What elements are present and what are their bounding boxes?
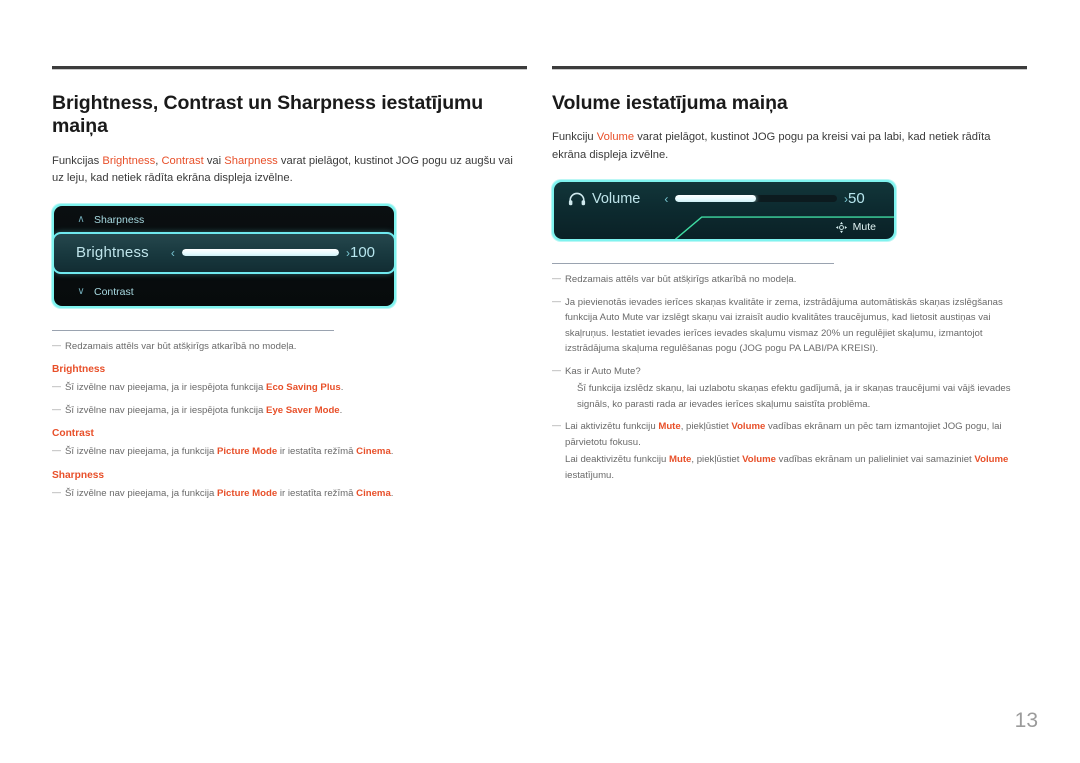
note-text: . [390, 487, 394, 499]
note-text: vadības ekrānam un palieliniet vai samaz… [776, 454, 975, 466]
intro-paragraph-left: Funkcijas Brightness, Contrast vai Sharp… [52, 153, 527, 188]
keyword-volume: Volume [596, 131, 635, 144]
note-text: Šī izvēlne nav pieejama, ja funkcija [65, 446, 217, 458]
note-brightness-eco: Šī izvēlne nav pieejama, ja ir iespējota… [52, 379, 527, 396]
osd-row-brightness-selected[interactable]: Brightness ‹ › 100 [54, 231, 394, 274]
keyword-cinema: Cinema [356, 446, 391, 458]
page-title-right: Volume iestatījuma maiņa [552, 92, 788, 114]
osd-row-label: Sharpness [94, 213, 145, 226]
slider-track[interactable] [675, 195, 837, 203]
intro-text: Funkcijas [52, 154, 103, 167]
osd-brightness-panel: ∧ Sharpness Brightness ‹ › 100 ∨ Contras… [52, 203, 396, 308]
slider-track[interactable] [181, 249, 339, 256]
chevron-left-icon[interactable]: ‹ [171, 247, 175, 259]
note-heading-brightness: Brightness [52, 364, 106, 376]
note-text: . [390, 446, 394, 458]
brightness-slider[interactable]: ‹ › [171, 247, 350, 259]
osd-inner: Volume ‹ › 50 Mute [554, 182, 894, 240]
page-number: 13 [1014, 709, 1038, 732]
note-text: , piekļūstiet [691, 454, 743, 466]
note-heading-contrast: Contrast [52, 428, 94, 440]
osd-mute-label: Mute [852, 221, 876, 234]
intro-text: vai [203, 154, 225, 167]
note-text: ir iestatīta režīmā [277, 446, 357, 458]
osd-volume-label: Volume [592, 190, 641, 207]
slider-fill [675, 195, 757, 203]
chevron-up-icon: ∧ [77, 213, 85, 225]
note-model-disclaimer: Redzamais attēls var būt atšķirīgs atkar… [552, 271, 1027, 288]
keyword-picture-mode: Picture Mode [216, 487, 278, 499]
notes-divider-left [52, 329, 334, 331]
osd-row-volume[interactable]: Volume ‹ › 50 [554, 182, 894, 215]
keyword-mute: Mute [658, 421, 681, 433]
note-text: Šī izvēlne nav pieejama, ja ir iespējota… [65, 382, 267, 394]
keyword-volume: Volume [742, 454, 777, 466]
keyword-cinema: Cinema [356, 487, 391, 499]
notes-divider-right [552, 263, 834, 265]
note-text: Lai deaktivizētu funkciju [565, 454, 669, 466]
note-heading-sharpness: Sharpness [52, 469, 105, 481]
right-column: Volume iestatījuma maiņa Funkciju Volume… [552, 66, 1027, 490]
osd-row-contrast[interactable]: ∨ Contrast [54, 278, 394, 306]
note-text: . [340, 382, 344, 394]
section-rule-right [552, 66, 1027, 70]
intro-text: Funkciju [552, 131, 597, 144]
keyword-picture-mode: Picture Mode [216, 446, 278, 458]
section-rule-left [52, 66, 527, 70]
note-text: , piekļūstiet [680, 421, 732, 433]
keyword-volume: Volume [731, 421, 766, 433]
keyword-contrast: Contrast [161, 154, 204, 167]
osd-inner: ∧ Sharpness Brightness ‹ › 100 ∨ Contras… [54, 205, 394, 306]
note-auto-mute-info: Ja pievienotās ievades ierīces skaņas kv… [552, 294, 1027, 357]
note-text: Šī izvēlne nav pieejama, ja funkcija [65, 487, 217, 499]
keyword-mute: Mute [669, 454, 692, 466]
note-activate-mute: Lai aktivizētu funkciju Mute, piekļūstie… [552, 418, 1027, 450]
jog-button-icon [835, 221, 848, 234]
note-text: iestatījumu. [565, 469, 615, 481]
osd-row-label: Contrast [94, 285, 134, 298]
keyword-volume: Volume [974, 454, 1009, 466]
note-text: . [339, 404, 343, 416]
keyword-brightness: Brightness [102, 154, 156, 167]
note-text: ir iestatīta režīmā [277, 487, 357, 499]
keyword-eco-saving-plus: Eco Saving Plus [266, 382, 341, 394]
note-auto-mute-answer: Šī funkcija izslēdz skaņu, lai uzlabotu … [577, 383, 1011, 410]
note-contrast-picturemode: Šī izvēlne nav pieejama, ja funkcija Pic… [52, 443, 527, 460]
intro-paragraph-right: Funkciju Volume varat pielāgot, kustinot… [552, 129, 1027, 164]
page-title-left: Brightness, Contrast un Sharpness iestat… [52, 92, 484, 138]
document-page: Brightness, Contrast un Sharpness iestat… [0, 0, 1080, 763]
note-brightness-eyesaver: Šī izvēlne nav pieejama, ja ir iespējota… [52, 402, 527, 419]
keyword-sharpness: Sharpness [224, 154, 278, 167]
note-auto-mute-question: Kas ir Auto Mute? [552, 363, 1027, 380]
volume-value: 50 [848, 190, 865, 208]
osd-volume-panel: Volume ‹ › 50 Mute [552, 180, 896, 242]
volume-slider[interactable]: ‹ › [664, 193, 848, 205]
osd-selected-label: Brightness [76, 244, 149, 261]
chevron-down-icon: ∨ [77, 285, 85, 297]
note-sharpness-picturemode: Šī izvēlne nav pieejama, ja funkcija Pic… [52, 485, 527, 502]
note-text: Šī izvēlne nav pieejama, ja ir iespējota… [65, 404, 267, 416]
left-column: Brightness, Contrast un Sharpness iestat… [52, 66, 527, 508]
note-text: Lai aktivizētu funkciju [565, 421, 659, 433]
headphones-icon [568, 192, 586, 206]
note-model-disclaimer: Redzamais attēls var būt atšķirīgs atkar… [52, 338, 527, 355]
chevron-left-icon[interactable]: ‹ [664, 193, 668, 205]
note-deactivate-mute: Lai deaktivizētu funkciju Mute, piekļūst… [552, 452, 1027, 483]
osd-row-mute[interactable]: Mute [554, 215, 894, 240]
osd-row-sharpness[interactable]: ∧ Sharpness [54, 206, 394, 234]
brightness-value: 100 [350, 244, 376, 261]
keyword-eye-saver-mode: Eye Saver Mode [266, 404, 340, 416]
slider-fill [181, 249, 339, 256]
